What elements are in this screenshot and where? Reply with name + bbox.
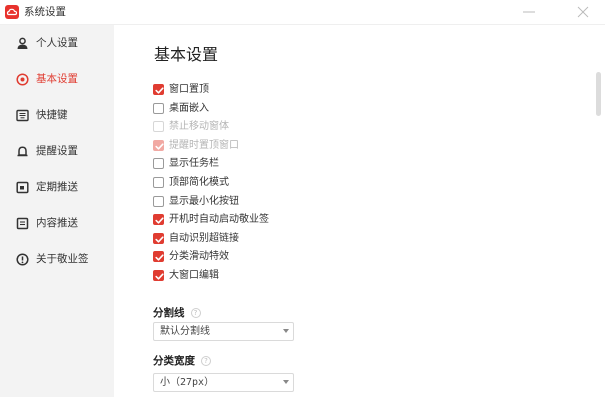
option-label: 自动识别超链接 [169,232,239,244]
option-checkbox-row[interactable]: 桌面嵌入 [153,101,353,117]
option-checkbox-row[interactable]: 窗口置顶 [153,82,353,98]
sidebar-item-content-push[interactable]: 内容推送 [0,206,114,242]
checkbox[interactable] [153,195,164,207]
category-width-select[interactable]: 小（27px） [153,373,294,392]
target-icon [16,73,29,86]
checkmark-icon [155,217,164,224]
sidebar-item-label: 个人设置 [36,37,78,49]
window-title: 系统设置 [24,6,66,18]
option-label: 显示任务栏 [169,158,219,170]
document-icon [16,217,29,230]
sidebar-item-label: 内容推送 [36,217,78,229]
checkbox [153,139,164,151]
option-label: 禁止移动窗体 [169,121,229,133]
checkbox[interactable] [153,177,164,188]
sidebar-item-label: 提醒设置 [36,145,78,157]
divider-field-label: 分割线? [153,306,201,320]
checkbox[interactable] [153,158,164,170]
option-label: 显示最小化按钮 [169,195,239,207]
option-label: 大窗口编辑 [169,270,219,281]
page-title: 基本设置 [154,45,219,64]
calendar-icon [16,181,29,194]
option-checkbox-row[interactable]: 分类滑动特效 [153,249,353,265]
option-checkbox-row[interactable]: 自动识别超链接 [153,231,353,247]
person-icon [16,37,29,50]
sidebar-item-about[interactable]: 关于敬业签 [0,242,114,278]
category-width-field-label-text: 分类宽度 [153,355,195,367]
checkbox[interactable] [153,232,164,244]
option-label: 顶部简化模式 [169,177,229,188]
info-icon [16,253,29,266]
option-checkbox-row[interactable]: 开机时自动启动敬业签 [153,212,353,228]
keyboard-icon [16,109,29,122]
help-icon[interactable]: ? [201,356,211,366]
category-width-field-label: 分类宽度? [153,354,211,368]
checkbox[interactable] [153,214,164,226]
option-checkbox-row[interactable]: 显示最小化按钮 [153,194,353,210]
help-icon[interactable]: ? [190,308,201,318]
sidebar: 个人设置 基本设置 快捷键 提醒设置 定期推送 内容推送 关于敬业签 [0,25,114,397]
divider-field-label-text: 分割线 [153,307,185,319]
option-checkbox-row[interactable]: 顶部简化模式 [153,175,353,191]
checkbox[interactable] [153,251,164,263]
chevron-down-icon [283,380,289,384]
checkmark-icon [155,273,164,280]
option-label: 桌面嵌入 [169,102,209,114]
close-icon[interactable] [575,4,591,20]
checkmark-icon [155,254,164,261]
checkbox[interactable] [153,102,164,114]
option-label: 开机时自动启动敬业签 [169,214,269,226]
checkbox [153,121,164,133]
sidebar-item-label: 基本设置 [36,73,78,85]
sidebar-item-label: 关于敬业签 [36,253,89,265]
sidebar-item-reminder-settings[interactable]: 提醒设置 [0,134,114,170]
minimize-icon[interactable] [521,4,537,20]
select-value: 默认分割线 [160,326,210,337]
option-checkbox-row[interactable]: 大窗口编辑 [153,268,353,284]
chevron-down-icon [283,329,289,333]
sidebar-item-scheduled-push[interactable]: 定期推送 [0,170,114,206]
scrollbar-thumb[interactable] [596,72,601,116]
option-checkbox-row[interactable]: 显示任务栏 [153,156,353,172]
bell-icon [16,145,29,158]
option-label: 窗口置顶 [169,84,209,95]
option-label: 分类滑动特效 [169,251,229,263]
sidebar-item-personal-settings[interactable]: 个人设置 [0,26,114,62]
settings-panel: 基本设置 窗口置顶桌面嵌入禁止移动窗体 提醒时置顶窗口 显示任务栏顶部简化模式 显示最… [114,25,605,397]
option-checkbox-row: 提醒时置顶窗口 [153,138,353,154]
divider-style-select[interactable]: 默认分割线 [153,322,294,341]
option-label: 提醒时置顶窗口 [169,139,239,151]
checkmark-icon [155,143,164,150]
sidebar-item-label: 定期推送 [36,181,78,193]
option-checkbox-row: 禁止移动窗体 [153,119,353,135]
checkmark-icon [155,236,164,243]
sidebar-item-label: 快捷键 [36,109,68,121]
sidebar-item-basic-settings[interactable]: 基本设置 [0,62,114,98]
sidebar-item-shortcuts[interactable]: 快捷键 [0,98,114,134]
checkmark-icon [155,87,164,94]
app-logo-icon [5,5,19,19]
select-value: 小（27px） [160,377,215,388]
checkbox[interactable] [153,270,164,281]
title-bar: 系统设置 [0,0,605,25]
checkbox[interactable] [153,84,164,95]
